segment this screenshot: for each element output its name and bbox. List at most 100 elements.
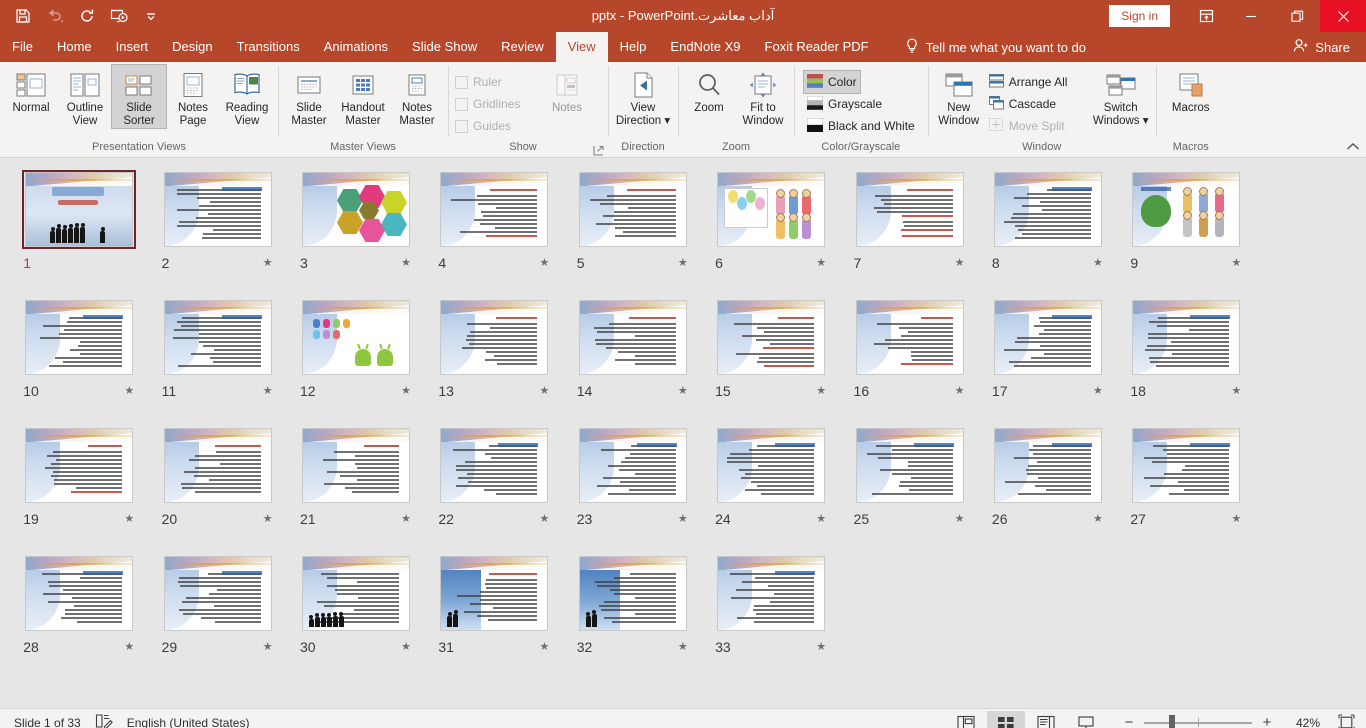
customize-quick-access-toolbar-icon[interactable]	[136, 3, 166, 29]
animation-star-icon[interactable]: ★	[124, 640, 134, 653]
animation-star-icon[interactable]: ★	[955, 256, 965, 269]
slide-thumbnail-frame[interactable]	[22, 298, 136, 377]
slide-thumbnail-frame[interactable]	[714, 426, 828, 505]
tab-view[interactable]: View	[555, 32, 608, 62]
macros-button[interactable]: Macros	[1160, 65, 1222, 115]
slide-thumbnail-frame[interactable]	[714, 298, 828, 377]
slide-thumbnail-frame[interactable]	[437, 554, 551, 633]
slide-thumbnail-frame[interactable]	[299, 298, 413, 377]
save-icon[interactable]	[8, 3, 38, 29]
slide-thumbnail-7[interactable]: 7 ★	[840, 170, 978, 298]
slide-counter[interactable]: Slide 1 of 33	[14, 716, 81, 728]
slide-thumbnail-frame[interactable]	[22, 554, 136, 633]
animation-star-icon[interactable]: ★	[816, 384, 826, 397]
slide-thumbnail-15[interactable]: 15 ★	[702, 298, 840, 426]
slide-thumbnail-frame[interactable]	[161, 426, 275, 505]
language-indicator[interactable]: English (United States)	[127, 716, 250, 728]
slide-thumbnail-3[interactable]: 3 ★	[287, 170, 425, 298]
view-slide-sorter-button[interactable]	[987, 710, 1025, 728]
tab-transitions[interactable]: Transitions	[225, 32, 312, 62]
slide-thumbnail-frame[interactable]	[576, 170, 690, 249]
close-button[interactable]	[1320, 0, 1366, 32]
view-slide-show-button[interactable]	[1067, 711, 1105, 728]
animation-star-icon[interactable]: ★	[1231, 512, 1241, 525]
view-normal-button[interactable]	[947, 711, 985, 728]
arrange-all-button[interactable]: Arrange All	[986, 71, 1082, 93]
slide-thumbnail-16[interactable]: 16 ★	[840, 298, 978, 426]
slide-thumbnail-frame[interactable]	[714, 170, 828, 249]
cascade-button[interactable]: Cascade	[986, 93, 1082, 115]
fit-slide-to-window-button[interactable]	[1332, 714, 1360, 728]
animation-star-icon[interactable]: ★	[816, 640, 826, 653]
animation-star-icon[interactable]: ★	[1093, 512, 1103, 525]
guides-checkbox[interactable]: Guides	[452, 115, 540, 137]
animation-star-icon[interactable]: ★	[263, 256, 273, 269]
slide-thumbnail-frame[interactable]	[1129, 170, 1243, 249]
tab-insert[interactable]: Insert	[104, 32, 161, 62]
slide-thumbnail-11[interactable]: 11 ★	[148, 298, 286, 426]
slide-thumbnail-frame[interactable]	[714, 554, 828, 633]
zoom-control[interactable]: − + 42%	[1107, 714, 1330, 728]
restore-button[interactable]	[1274, 0, 1320, 32]
minimize-button[interactable]	[1228, 0, 1274, 32]
start-from-beginning-icon[interactable]	[104, 3, 134, 29]
slide-thumbnail-27[interactable]: 27 ★	[1117, 426, 1255, 554]
notes-master-button[interactable]: Notes Master	[390, 65, 444, 128]
tell-me-search[interactable]: Tell me what you want to do	[895, 32, 1096, 62]
slide-thumbnail-13[interactable]: 13 ★	[425, 298, 563, 426]
animation-star-icon[interactable]: ★	[955, 384, 965, 397]
slide-thumbnail-31[interactable]: 31 ★	[425, 554, 563, 682]
show-dialog-launcher-icon[interactable]	[593, 143, 605, 156]
slide-thumbnail-24[interactable]: 24 ★	[702, 426, 840, 554]
ruler-checkbox[interactable]: Ruler	[452, 71, 540, 93]
view-reading-button[interactable]	[1027, 711, 1065, 728]
slide-thumbnail-22[interactable]: 22 ★	[425, 426, 563, 554]
switch-windows-button[interactable]: Switch Windows ▾	[1090, 65, 1152, 128]
animation-star-icon[interactable]: ★	[816, 256, 826, 269]
animation-star-icon[interactable]: ★	[263, 384, 273, 397]
black-and-white-button[interactable]: Black and White	[804, 115, 918, 137]
slide-thumbnail-19[interactable]: 19 ★	[10, 426, 148, 554]
slide-thumbnail-frame[interactable]	[161, 170, 275, 249]
slide-thumbnail-21[interactable]: 21 ★	[287, 426, 425, 554]
slide-thumbnail-frame[interactable]	[437, 170, 551, 249]
slide-thumbnail-17[interactable]: 17 ★	[979, 298, 1117, 426]
slide-thumbnail-12[interactable]: 12 ★	[287, 298, 425, 426]
zoom-slider[interactable]	[1144, 714, 1252, 728]
zoom-in-button[interactable]: +	[1261, 714, 1273, 728]
slide-thumbnail-29[interactable]: 29 ★	[148, 554, 286, 682]
slide-thumbnail-frame[interactable]	[991, 170, 1105, 249]
animation-star-icon[interactable]: ★	[955, 512, 965, 525]
undo-icon[interactable]	[40, 3, 70, 29]
slide-thumbnail-frame[interactable]	[853, 170, 967, 249]
slide-thumbnail-33[interactable]: 33 ★	[702, 554, 840, 682]
slide-thumbnail-1[interactable]: 1	[10, 170, 148, 298]
animation-star-icon[interactable]: ★	[124, 512, 134, 525]
handout-master-button[interactable]: Handout Master	[336, 65, 390, 128]
slide-thumbnail-frame[interactable]	[853, 298, 967, 377]
slide-sorter-pane[interactable]: 1 2 ★ 3 ★ 4 ★ 5 ★ 6 ★ 7 ★ 8 ★ 9 ★ 10 ★ 11 ★ 12 ★ 13 ★ 14 ★ 15 ★ 16 ★ 17…	[0, 158, 1366, 708]
animation-star-icon[interactable]: ★	[401, 256, 411, 269]
slide-thumbnail-5[interactable]: 5 ★	[564, 170, 702, 298]
animation-star-icon[interactable]: ★	[1231, 384, 1241, 397]
animation-star-icon[interactable]: ★	[539, 384, 549, 397]
slide-thumbnail-8[interactable]: 8 ★	[979, 170, 1117, 298]
slide-thumbnail-9[interactable]: 9 ★	[1117, 170, 1255, 298]
slide-thumbnail-2[interactable]: 2 ★	[148, 170, 286, 298]
animation-star-icon[interactable]: ★	[263, 512, 273, 525]
zoom-out-button[interactable]: −	[1123, 714, 1135, 728]
slide-thumbnail-frame[interactable]	[1129, 298, 1243, 377]
slide-thumbnail-28[interactable]: 28 ★	[10, 554, 148, 682]
slide-thumbnail-14[interactable]: 14 ★	[564, 298, 702, 426]
slide-thumbnail-23[interactable]: 23 ★	[564, 426, 702, 554]
notes-page-button[interactable]: Notes Page	[166, 65, 220, 128]
slide-thumbnail-frame[interactable]	[437, 298, 551, 377]
outline-view-button[interactable]: Outline View	[58, 65, 112, 128]
color-button[interactable]: Color	[803, 70, 861, 94]
slide-sorter-button[interactable]: Slide Sorter	[111, 64, 167, 129]
sign-in-button[interactable]: Sign in	[1109, 5, 1170, 27]
animation-star-icon[interactable]: ★	[678, 256, 688, 269]
slide-thumbnail-25[interactable]: 25 ★	[840, 426, 978, 554]
slide-thumbnail-26[interactable]: 26 ★	[979, 426, 1117, 554]
slide-thumbnail-frame[interactable]	[853, 426, 967, 505]
